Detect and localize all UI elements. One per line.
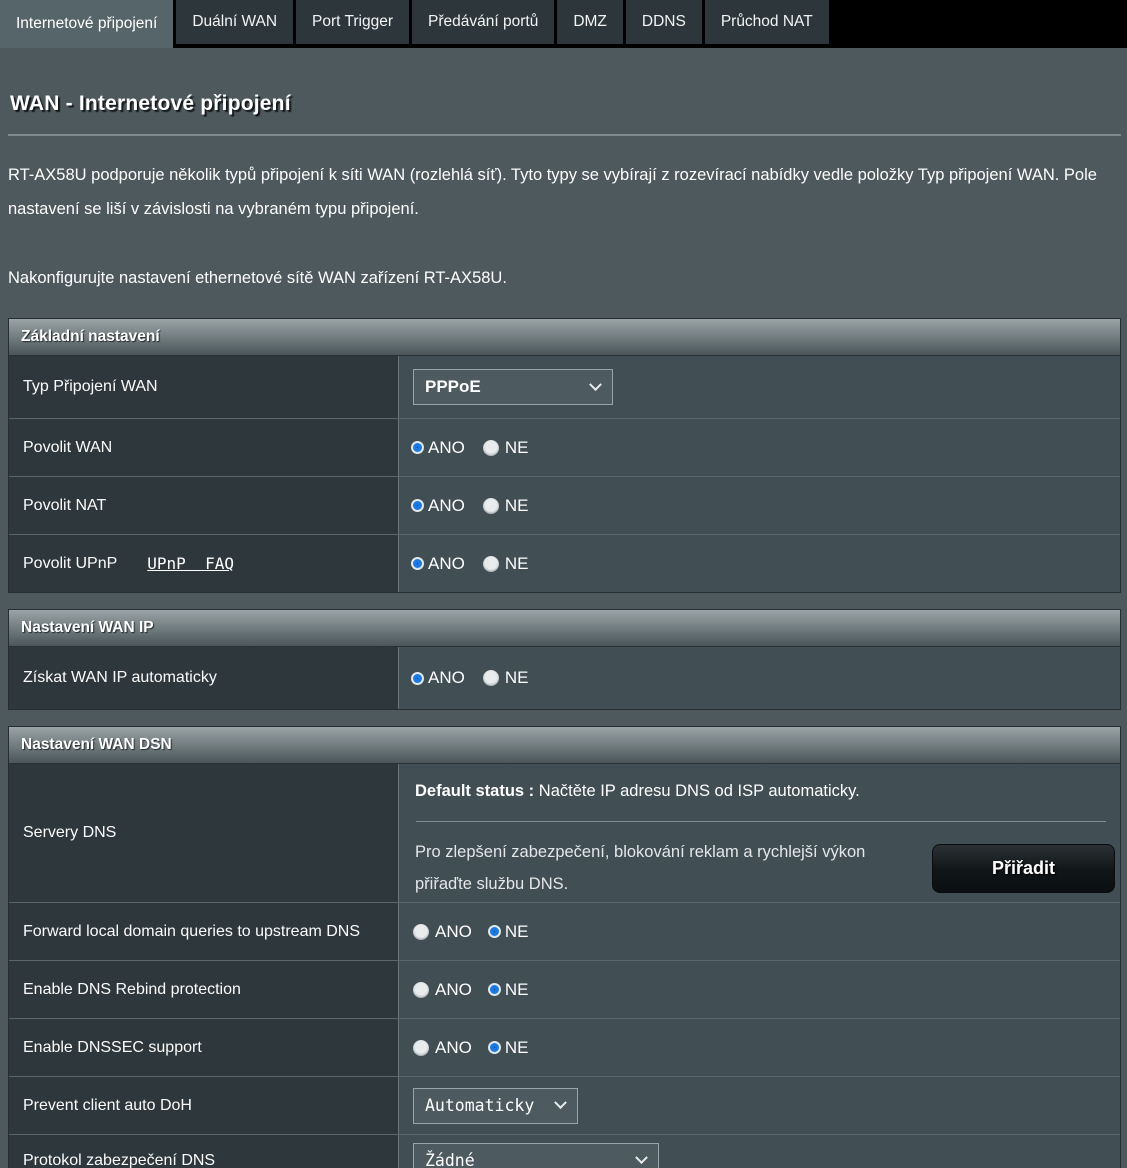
table-row: Protokol zabezpečení DNS Žádné [9, 1134, 1120, 1168]
wan-dns-settings-table: Nastavení WAN DSN Servery DNS Default st… [8, 726, 1121, 1168]
enable-upnp-no-radio[interactable] [483, 556, 499, 572]
table-row: Povolit NAT ANO NE [9, 476, 1120, 534]
enable-nat-label: Povolit NAT [9, 477, 399, 534]
wan-dns-settings-header: Nastavení WAN DSN [9, 727, 1120, 764]
enable-wan-no-radio[interactable] [483, 440, 499, 456]
wan-ip-settings-header: Nastavení WAN IP [9, 610, 1120, 647]
forward-local-dns-yes-radio[interactable] [413, 924, 429, 940]
dns-assign-hint-line1: Pro zlepšení zabezpečení, blokování rekl… [415, 836, 932, 868]
radio-no-label: NE [505, 438, 529, 458]
enable-wan-radio-group: ANO NE [413, 438, 546, 458]
page-description: RT-AX58U podporuje několik typů připojen… [8, 158, 1121, 295]
table-row: Forward local domain queries to upstream… [9, 902, 1120, 960]
dnssec-radio-group: ANO NE [413, 1038, 546, 1058]
dns-assign-hint-line2: přiřaďte službu DNS. [415, 868, 932, 900]
enable-nat-no-radio[interactable] [483, 498, 499, 514]
enable-nat-radio-group: ANO NE [413, 496, 546, 516]
dns-rebind-no-radio[interactable] [490, 985, 499, 994]
tab-port-trigger[interactable]: Port Trigger [296, 0, 409, 44]
radio-yes-label: ANO [428, 438, 465, 458]
dns-default-status-prefix: Default status : [415, 782, 534, 800]
table-row: Povolit WAN ANO NE [9, 418, 1120, 476]
forward-local-dns-no-radio[interactable] [490, 927, 499, 936]
auto-wan-ip-no-radio[interactable] [483, 670, 499, 686]
enable-wan-label: Povolit WAN [9, 419, 399, 476]
tab-dual-wan[interactable]: Duální WAN [176, 0, 293, 44]
title-divider [8, 134, 1121, 136]
wan-type-label: Typ Připojení WAN [9, 356, 399, 418]
basic-settings-table: Základní nastavení Typ Připojení WAN PPP… [8, 318, 1121, 593]
forward-local-dns-radio-group: ANO NE [413, 922, 546, 942]
radio-no-label: NE [505, 496, 529, 516]
dns-cell-divider [416, 821, 1106, 822]
enable-upnp-label: Povolit UPnP [23, 555, 117, 573]
tab-dmz[interactable]: DMZ [557, 0, 623, 44]
wan-type-selected-value: PPPoE [425, 377, 481, 397]
radio-no-label: NE [505, 668, 529, 688]
dns-servers-label: Servery DNS [9, 764, 399, 902]
wan-type-select[interactable]: PPPoE [413, 369, 613, 405]
wan-tab-bar: Internetové připojení Duální WAN Port Tr… [0, 0, 1127, 48]
auto-wan-ip-label: Získat WAN IP automaticky [9, 647, 399, 709]
dns-rebind-yes-radio[interactable] [413, 982, 429, 998]
basic-settings-header: Základní nastavení [9, 319, 1120, 356]
enable-wan-yes-radio[interactable] [413, 443, 422, 452]
dns-rebind-radio-group: ANO NE [413, 980, 546, 1000]
dnssec-yes-radio[interactable] [413, 1040, 429, 1056]
auto-wan-ip-yes-radio[interactable] [413, 674, 422, 683]
table-row: Servery DNS Default status : Načtěte IP … [9, 764, 1120, 902]
doh-label: Prevent client auto DoH [9, 1077, 399, 1134]
dnssec-label: Enable DNSSEC support [9, 1019, 399, 1076]
table-row: Enable DNSSEC support ANO NE [9, 1018, 1120, 1076]
forward-local-dns-label: Forward local domain queries to upstream… [9, 903, 399, 960]
radio-yes-label: ANO [428, 496, 465, 516]
tab-nat-passthrough[interactable]: Průchod NAT [705, 0, 829, 44]
auto-wan-ip-radio-group: ANO NE [413, 668, 546, 688]
radio-no-label: NE [505, 922, 529, 942]
doh-selected-value: Automaticky [425, 1096, 534, 1115]
description-paragraph-2: Nakonfigurujte nastavení ethernetové sít… [8, 261, 1121, 295]
dns-assign-hint: Pro zlepšení zabezpečení, blokování rekl… [415, 836, 932, 900]
radio-yes-label: ANO [428, 668, 465, 688]
tab-ddns[interactable]: DDNS [626, 0, 702, 44]
enable-upnp-radio-group: ANO NE [413, 554, 546, 574]
description-paragraph-1: RT-AX58U podporuje několik typů připojen… [8, 158, 1121, 226]
table-row: Typ Připojení WAN PPPoE [9, 356, 1120, 418]
tab-internet-connection[interactable]: Internetové připojení [0, 0, 173, 48]
radio-no-label: NE [505, 980, 529, 1000]
assign-dns-button[interactable]: Přiřadit [932, 844, 1115, 893]
dns-privacy-label: Protokol zabezpečení DNS [9, 1135, 399, 1168]
radio-yes-label: ANO [435, 980, 472, 1000]
wan-ip-settings-table: Nastavení WAN IP Získat WAN IP automatic… [8, 609, 1121, 710]
chevron-down-icon [635, 1151, 648, 1164]
table-row: Získat WAN IP automaticky ANO NE [9, 647, 1120, 709]
chevron-down-icon [589, 378, 602, 391]
upnp-faq-link[interactable]: UPnP FAQ [147, 554, 234, 573]
table-row: Prevent client auto DoH Automaticky [9, 1076, 1120, 1134]
dns-default-status: Default status : Načtěte IP adresu DNS o… [415, 782, 1120, 801]
tab-port-forwarding[interactable]: Předávání portů [412, 0, 554, 44]
dns-privacy-select[interactable]: Žádné [413, 1143, 659, 1168]
radio-yes-label: ANO [428, 554, 465, 574]
dns-privacy-selected-value: Žádné [425, 1151, 475, 1168]
radio-no-label: NE [505, 554, 529, 574]
table-row: Enable DNS Rebind protection ANO NE [9, 960, 1120, 1018]
dns-default-status-text: Načtěte IP adresu DNS od ISP automaticky… [534, 782, 860, 800]
page-title: WAN - Internetové připojení [10, 92, 1121, 116]
radio-yes-label: ANO [435, 922, 472, 942]
dns-rebind-label: Enable DNS Rebind protection [9, 961, 399, 1018]
chevron-down-icon [554, 1096, 567, 1109]
dnssec-no-radio[interactable] [490, 1043, 499, 1052]
enable-upnp-yes-radio[interactable] [413, 559, 422, 568]
doh-select[interactable]: Automaticky [413, 1088, 578, 1124]
enable-nat-yes-radio[interactable] [413, 501, 422, 510]
radio-no-label: NE [505, 1038, 529, 1058]
radio-yes-label: ANO [435, 1038, 472, 1058]
table-row: Povolit UPnP UPnP FAQ ANO NE [9, 534, 1120, 592]
